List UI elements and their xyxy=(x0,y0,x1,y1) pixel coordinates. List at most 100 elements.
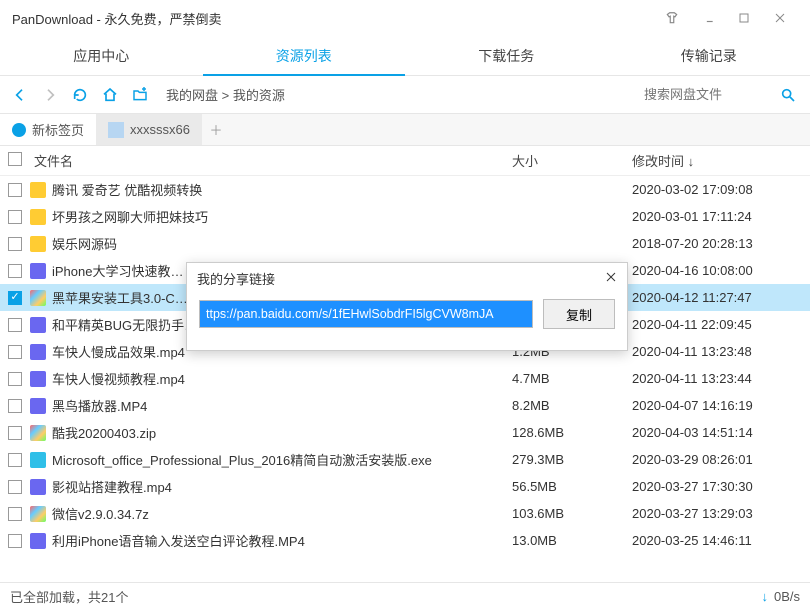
app-icon xyxy=(30,452,46,468)
statusbar: 已全部加载，共21个 ↓ 0B/s xyxy=(0,582,810,610)
add-tab-icon[interactable]: ＋ xyxy=(202,114,230,145)
table-row[interactable]: 车快人慢视频教程.mp44.7MB2020-04-11 13:23:44 xyxy=(0,365,810,392)
avatar-icon xyxy=(108,122,124,138)
file-date: 2020-03-25 14:46:11 xyxy=(632,533,802,548)
file-size: 103.6MB xyxy=(512,506,632,521)
user-chip[interactable]: xxxsssx66 xyxy=(96,114,202,145)
video-icon xyxy=(30,317,46,333)
file-size: 56.5MB xyxy=(512,479,632,494)
newtab-label: 新标签页 xyxy=(32,120,84,139)
file-name: 腾讯 爱奇艺 优酷视频转换 xyxy=(52,180,512,199)
newfolder-icon[interactable] xyxy=(126,81,154,109)
file-name: 利用iPhone语音输入发送空白评论教程.MP4 xyxy=(52,531,512,550)
file-date: 2020-04-12 11:27:47 xyxy=(632,290,802,305)
speed-text: 0B/s xyxy=(774,589,800,604)
video-icon xyxy=(30,371,46,387)
dialog-title: 我的分享链接 xyxy=(187,263,627,293)
file-date: 2020-04-11 13:23:44 xyxy=(632,371,802,386)
file-size: 4.7MB xyxy=(512,371,632,386)
file-date: 2020-04-11 13:23:48 xyxy=(632,344,802,359)
row-checkbox[interactable] xyxy=(8,399,22,413)
home-icon[interactable] xyxy=(96,81,124,109)
table-row[interactable]: 酷我20200403.zip128.6MB2020-04-03 14:51:14 xyxy=(0,419,810,446)
table-row[interactable]: 影视站搭建教程.mp456.5MB2020-03-27 17:30:30 xyxy=(0,473,810,500)
file-name: Microsoft_office_Professional_Plus_2016精… xyxy=(52,450,512,469)
tab-resources[interactable]: 资源列表 xyxy=(203,36,406,76)
row-checkbox[interactable] xyxy=(8,480,22,494)
tab-downloads[interactable]: 下载任务 xyxy=(405,36,608,76)
file-date: 2020-03-02 17:09:08 xyxy=(632,182,802,197)
file-date: 2020-04-16 10:08:00 xyxy=(632,263,802,278)
row-checkbox[interactable] xyxy=(8,534,22,548)
table-row[interactable]: 黑鸟播放器.MP48.2MB2020-04-07 14:16:19 xyxy=(0,392,810,419)
dialog-close-icon[interactable] xyxy=(601,267,621,287)
shirt-icon[interactable] xyxy=(654,0,690,36)
cloud-icon xyxy=(12,123,26,137)
maximize-icon[interactable] xyxy=(726,0,762,36)
folder-icon xyxy=(30,182,46,198)
row-checkbox[interactable] xyxy=(8,264,22,278)
row-checkbox[interactable] xyxy=(8,426,22,440)
user-label: xxxsssx66 xyxy=(130,122,190,137)
video-icon xyxy=(30,263,46,279)
file-size: 13.0MB xyxy=(512,533,632,548)
file-date: 2020-03-01 17:11:24 xyxy=(632,209,802,224)
select-all-checkbox[interactable] xyxy=(8,152,22,166)
table-row[interactable]: 利用iPhone语音输入发送空白评论教程.MP413.0MB2020-03-25… xyxy=(0,527,810,554)
table-row[interactable]: 娱乐网源码 2018-07-20 20:28:13 xyxy=(0,230,810,257)
row-checkbox[interactable] xyxy=(8,372,22,386)
close-icon[interactable] xyxy=(762,0,798,36)
tab-appcenter[interactable]: 应用中心 xyxy=(0,36,203,76)
tab-transfers[interactable]: 传输记录 xyxy=(608,36,810,76)
share-link-input[interactable] xyxy=(199,300,533,328)
share-link-dialog: 我的分享链接 复制 xyxy=(186,262,628,351)
back-icon[interactable] xyxy=(6,81,34,109)
status-text: 已全部加载，共21个 xyxy=(10,587,128,606)
row-checkbox[interactable] xyxy=(8,345,22,359)
row-checkbox[interactable] xyxy=(8,453,22,467)
file-date: 2020-04-07 14:16:19 xyxy=(632,398,802,413)
row-checkbox[interactable] xyxy=(8,237,22,251)
file-size: 128.6MB xyxy=(512,425,632,440)
table-row[interactable]: 腾讯 爱奇艺 优酷视频转换 2020-03-02 17:09:08 xyxy=(0,176,810,203)
session-tabbar: 新标签页 xxxsssx66 ＋ xyxy=(0,114,810,146)
multi-icon xyxy=(30,506,46,522)
file-date: 2020-03-27 13:29:03 xyxy=(632,506,802,521)
col-size[interactable]: 大小 xyxy=(512,151,632,170)
minimize-icon[interactable] xyxy=(690,0,726,36)
titlebar: PanDownload - 永久免费，严禁倒卖 xyxy=(0,0,810,36)
column-headers: 文件名 大小 修改时间 ↓ xyxy=(0,146,810,176)
row-checkbox[interactable] xyxy=(8,183,22,197)
copy-button[interactable]: 复制 xyxy=(543,299,615,329)
row-checkbox[interactable] xyxy=(8,318,22,332)
search-icon[interactable] xyxy=(780,87,804,103)
main-tabs: 应用中心 资源列表 下载任务 传输记录 xyxy=(0,36,810,76)
breadcrumb[interactable]: 我的网盘 > 我的资源 xyxy=(166,85,640,104)
multi-icon xyxy=(30,290,46,306)
file-name: 黑鸟播放器.MP4 xyxy=(52,396,512,415)
row-checkbox[interactable]: ✓ xyxy=(8,291,22,305)
file-name: 娱乐网源码 xyxy=(52,234,512,253)
file-size: 279.3MB xyxy=(512,452,632,467)
forward-icon[interactable] xyxy=(36,81,64,109)
col-filename[interactable]: 文件名 xyxy=(30,151,512,170)
row-checkbox[interactable] xyxy=(8,210,22,224)
folder-icon xyxy=(30,209,46,225)
video-icon xyxy=(30,479,46,495)
video-icon xyxy=(30,533,46,549)
file-list: 腾讯 爱奇艺 优酷视频转换 2020-03-02 17:09:08 坏男孩之网聊大师… xyxy=(0,176,810,580)
file-date: 2020-04-11 22:09:45 xyxy=(632,317,802,332)
col-date[interactable]: 修改时间 ↓ xyxy=(632,151,802,170)
table-row[interactable]: 微信v2.9.0.34.7z103.6MB2020-03-27 13:29:03 xyxy=(0,500,810,527)
table-row[interactable]: Microsoft_office_Professional_Plus_2016精… xyxy=(0,446,810,473)
refresh-icon[interactable] xyxy=(66,81,94,109)
table-row[interactable]: 坏男孩之网聊大师把妹技巧2020-03-01 17:11:24 xyxy=(0,203,810,230)
toolbar: 我的网盘 > 我的资源 xyxy=(0,76,810,114)
file-date: 2020-03-27 17:30:30 xyxy=(632,479,802,494)
newtab-chip[interactable]: 新标签页 xyxy=(0,114,96,145)
file-date: 2020-03-29 08:26:01 xyxy=(632,452,802,467)
row-checkbox[interactable] xyxy=(8,507,22,521)
file-name: 酷我20200403.zip xyxy=(52,423,512,442)
file-date: 2018-07-20 20:28:13 xyxy=(632,236,802,251)
search-input[interactable] xyxy=(640,82,780,108)
